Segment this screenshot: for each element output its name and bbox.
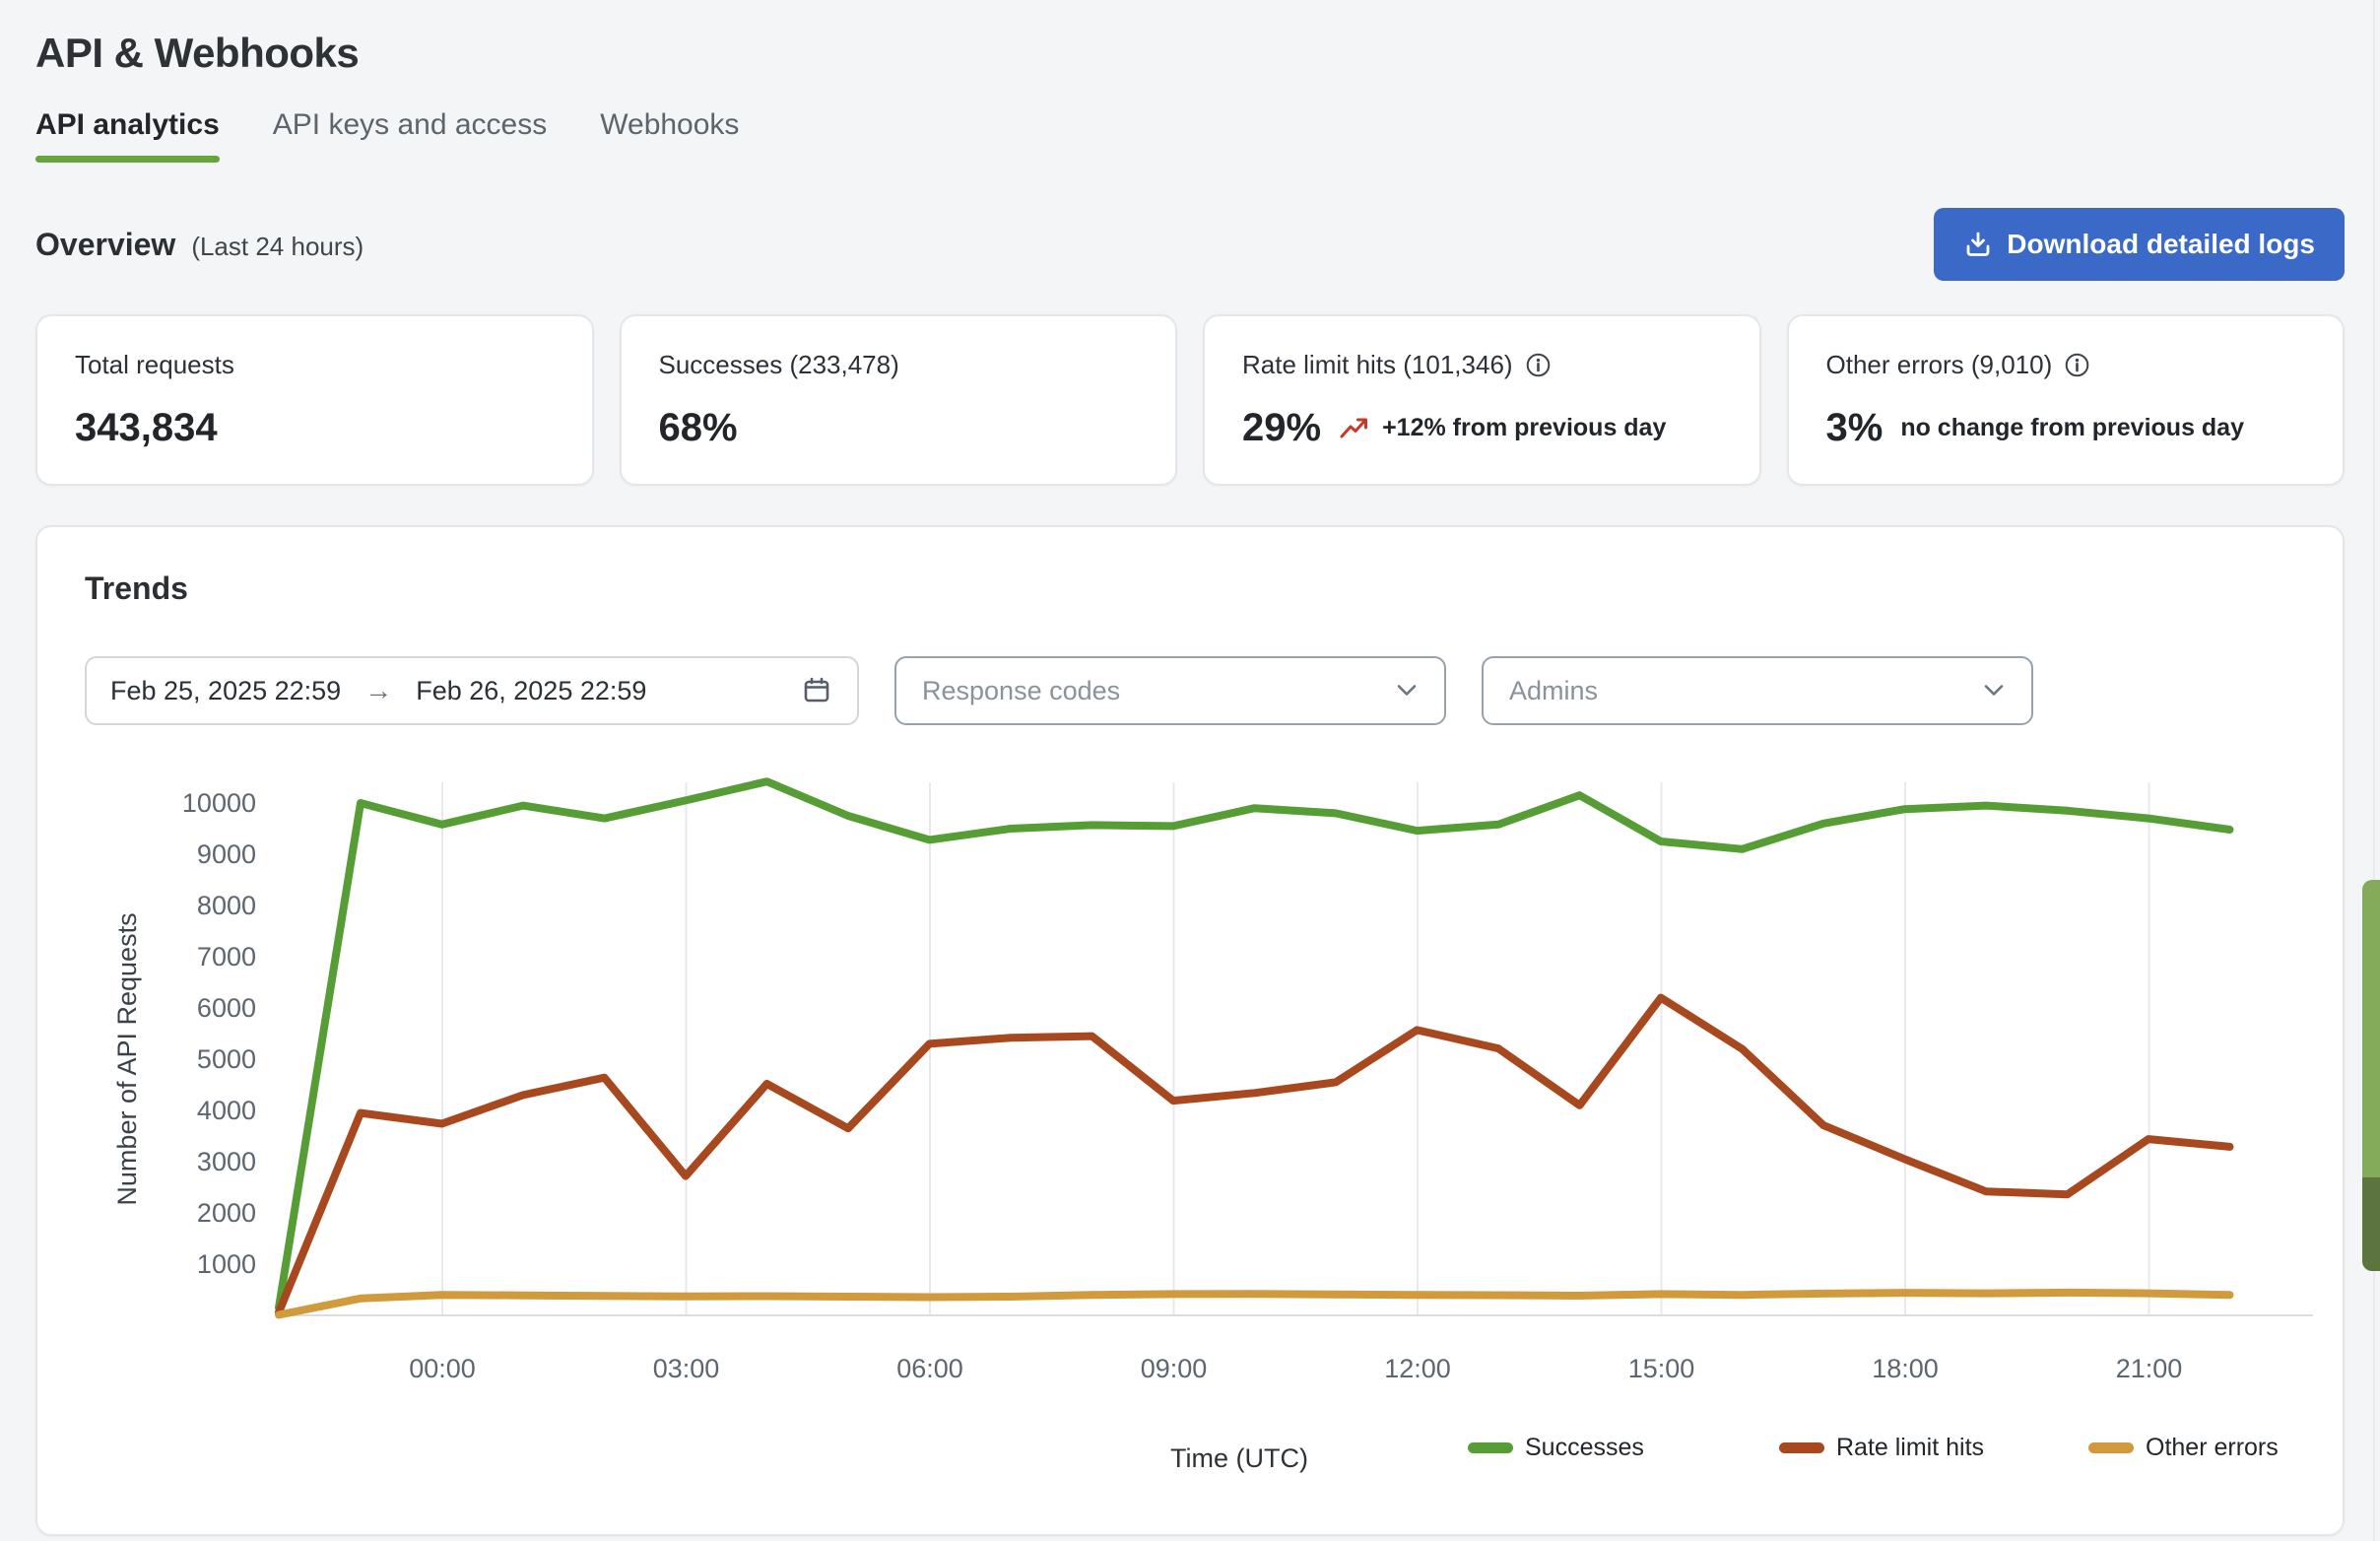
x-tick-00:00: 00:00 [409, 1354, 476, 1383]
response-codes-placeholder: Response codes [922, 676, 1120, 706]
date-range-picker[interactable]: Feb 25, 2025 22:59 → Feb 26, 2025 22:59 [85, 656, 859, 725]
stat-cards: Total requests 343,834 Successes (233,478)… [35, 314, 2345, 486]
app-window: API & Webhooks API analytics API keys and… [0, 0, 2380, 1541]
page-title: API & Webhooks [35, 30, 2345, 77]
y-tick-9000: 9000 [197, 839, 256, 869]
y-tick-10000: 10000 [182, 788, 256, 818]
stat-value: 343,834 [75, 406, 218, 450]
stat-card-successes-233-478: Successes (233,478) 68% [620, 314, 1178, 486]
x-axis-title: Time (UTC) [1170, 1443, 1308, 1474]
legend-item-rate-limit-hits: Rate limit hits [1779, 1434, 1984, 1462]
scrollbar-thumb-dark-segment [2362, 1177, 2380, 1271]
legend-label: Successes [1525, 1434, 1644, 1462]
series-line-rate-limit-hits [279, 998, 2230, 1312]
active-tab-underline [273, 156, 547, 163]
date-range-start: Feb 25, 2025 22:59 [110, 676, 341, 706]
tab-bar: API analytics API keys and access Webhooks [35, 108, 2345, 163]
tab-api-analytics[interactable]: API analytics [35, 108, 220, 163]
active-tab-underline [35, 156, 220, 163]
legend-label: Rate limit hits [1836, 1434, 1984, 1462]
trends-heading: Trends [85, 570, 2327, 607]
tab-webhooks[interactable]: Webhooks [600, 108, 739, 163]
y-tick-7000: 7000 [197, 942, 256, 972]
admins-select[interactable]: Admins [1482, 656, 2033, 725]
download-button-label: Download detailed logs [2007, 229, 2315, 260]
legend-swatch [1468, 1442, 1513, 1453]
y-tick-3000: 3000 [197, 1147, 256, 1176]
y-tick-6000: 6000 [197, 993, 256, 1023]
y-tick-5000: 5000 [197, 1044, 256, 1074]
trends-card: Trends Feb 25, 2025 22:59 → Feb 26, 2025… [35, 525, 2345, 1536]
stat-delta-text: no change from previous day [1900, 414, 2244, 442]
tab-api-keys-and-access[interactable]: API keys and access [273, 108, 547, 163]
info-icon[interactable] [2064, 352, 2090, 378]
legend-swatch [2088, 1442, 2134, 1453]
legend-item-successes: Successes [1468, 1434, 1644, 1462]
y-tick-8000: 8000 [197, 891, 256, 920]
legend-label: Other errors [2146, 1434, 2279, 1462]
overview-heading: Overview [35, 227, 175, 263]
legend-item-other-errors: Other errors [2088, 1434, 2279, 1462]
stat-label: Rate limit hits (101,346) [1242, 350, 1513, 380]
scrollbar-track [2373, 0, 2375, 1541]
response-codes-select[interactable]: Response codes [894, 656, 1446, 725]
tab-label: Webhooks [600, 108, 739, 156]
trends-chart: 00:00 03:00 06:00 09:00 12:00 15:00 18:00 21:00… [85, 757, 2327, 1402]
stat-delta: +12% from previous day [1339, 414, 1666, 442]
tab-label: API keys and access [273, 108, 547, 156]
tab-label: API analytics [35, 108, 220, 156]
x-tick-15:00: 15:00 [1628, 1354, 1695, 1383]
date-range-end: Feb 26, 2025 22:59 [416, 676, 646, 706]
chevron-down-icon [1395, 683, 1419, 699]
y-axis-title: Number of API Requests [112, 912, 142, 1205]
scrollbar-thumb[interactable] [2362, 880, 2380, 1271]
stat-delta: no change from previous day [1900, 414, 2244, 442]
x-tick-18:00: 18:00 [1872, 1354, 1939, 1383]
calendar-icon [800, 674, 833, 707]
stat-label: Successes (233,478) [659, 350, 899, 380]
stat-label: Other errors (9,010) [1826, 350, 2053, 380]
series-line-successes [279, 781, 2230, 1307]
download-icon [1963, 230, 1993, 259]
stat-delta-text: +12% from previous day [1382, 414, 1666, 442]
x-tick-06:00: 06:00 [896, 1354, 963, 1383]
stat-label: Total requests [75, 350, 234, 380]
chart-footer: Time (UTC) Successes Rate limit hits Other… [85, 1430, 2327, 1485]
x-tick-12:00: 12:00 [1384, 1354, 1451, 1383]
y-tick-2000: 2000 [197, 1198, 256, 1228]
y-tick-4000: 4000 [197, 1096, 256, 1125]
stat-card-rate-limit-hits-101-346: Rate limit hits (101,346) 29% +12% from pr… [1203, 314, 1761, 486]
overview-subheading: (Last 24 hours) [191, 232, 364, 262]
info-icon[interactable] [1525, 352, 1552, 378]
stat-value: 68% [659, 406, 738, 450]
arrow-right-icon: → [364, 675, 392, 706]
trends-chart-svg: 00:00 03:00 06:00 09:00 12:00 15:00 18:00 21:00… [85, 757, 2331, 1397]
legend-swatch [1779, 1442, 1824, 1453]
chevron-down-icon [1982, 683, 2006, 699]
stat-card-total-requests: Total requests 343,834 [35, 314, 594, 486]
stat-card-other-errors-9-010: Other errors (9,010) 3% no change from pre… [1787, 314, 2346, 486]
download-detailed-logs-button[interactable]: Download detailed logs [1934, 208, 2345, 281]
x-tick-03:00: 03:00 [653, 1354, 720, 1383]
active-tab-underline [600, 156, 739, 163]
admins-placeholder: Admins [1509, 676, 1598, 706]
x-tick-21:00: 21:00 [2116, 1354, 2183, 1383]
series-line-other-errors [279, 1293, 2230, 1315]
y-tick-1000: 1000 [197, 1249, 256, 1279]
trend-up-icon [1339, 416, 1372, 441]
stat-value: 3% [1826, 406, 1884, 450]
stat-value: 29% [1242, 406, 1321, 450]
x-tick-09:00: 09:00 [1141, 1354, 1208, 1383]
